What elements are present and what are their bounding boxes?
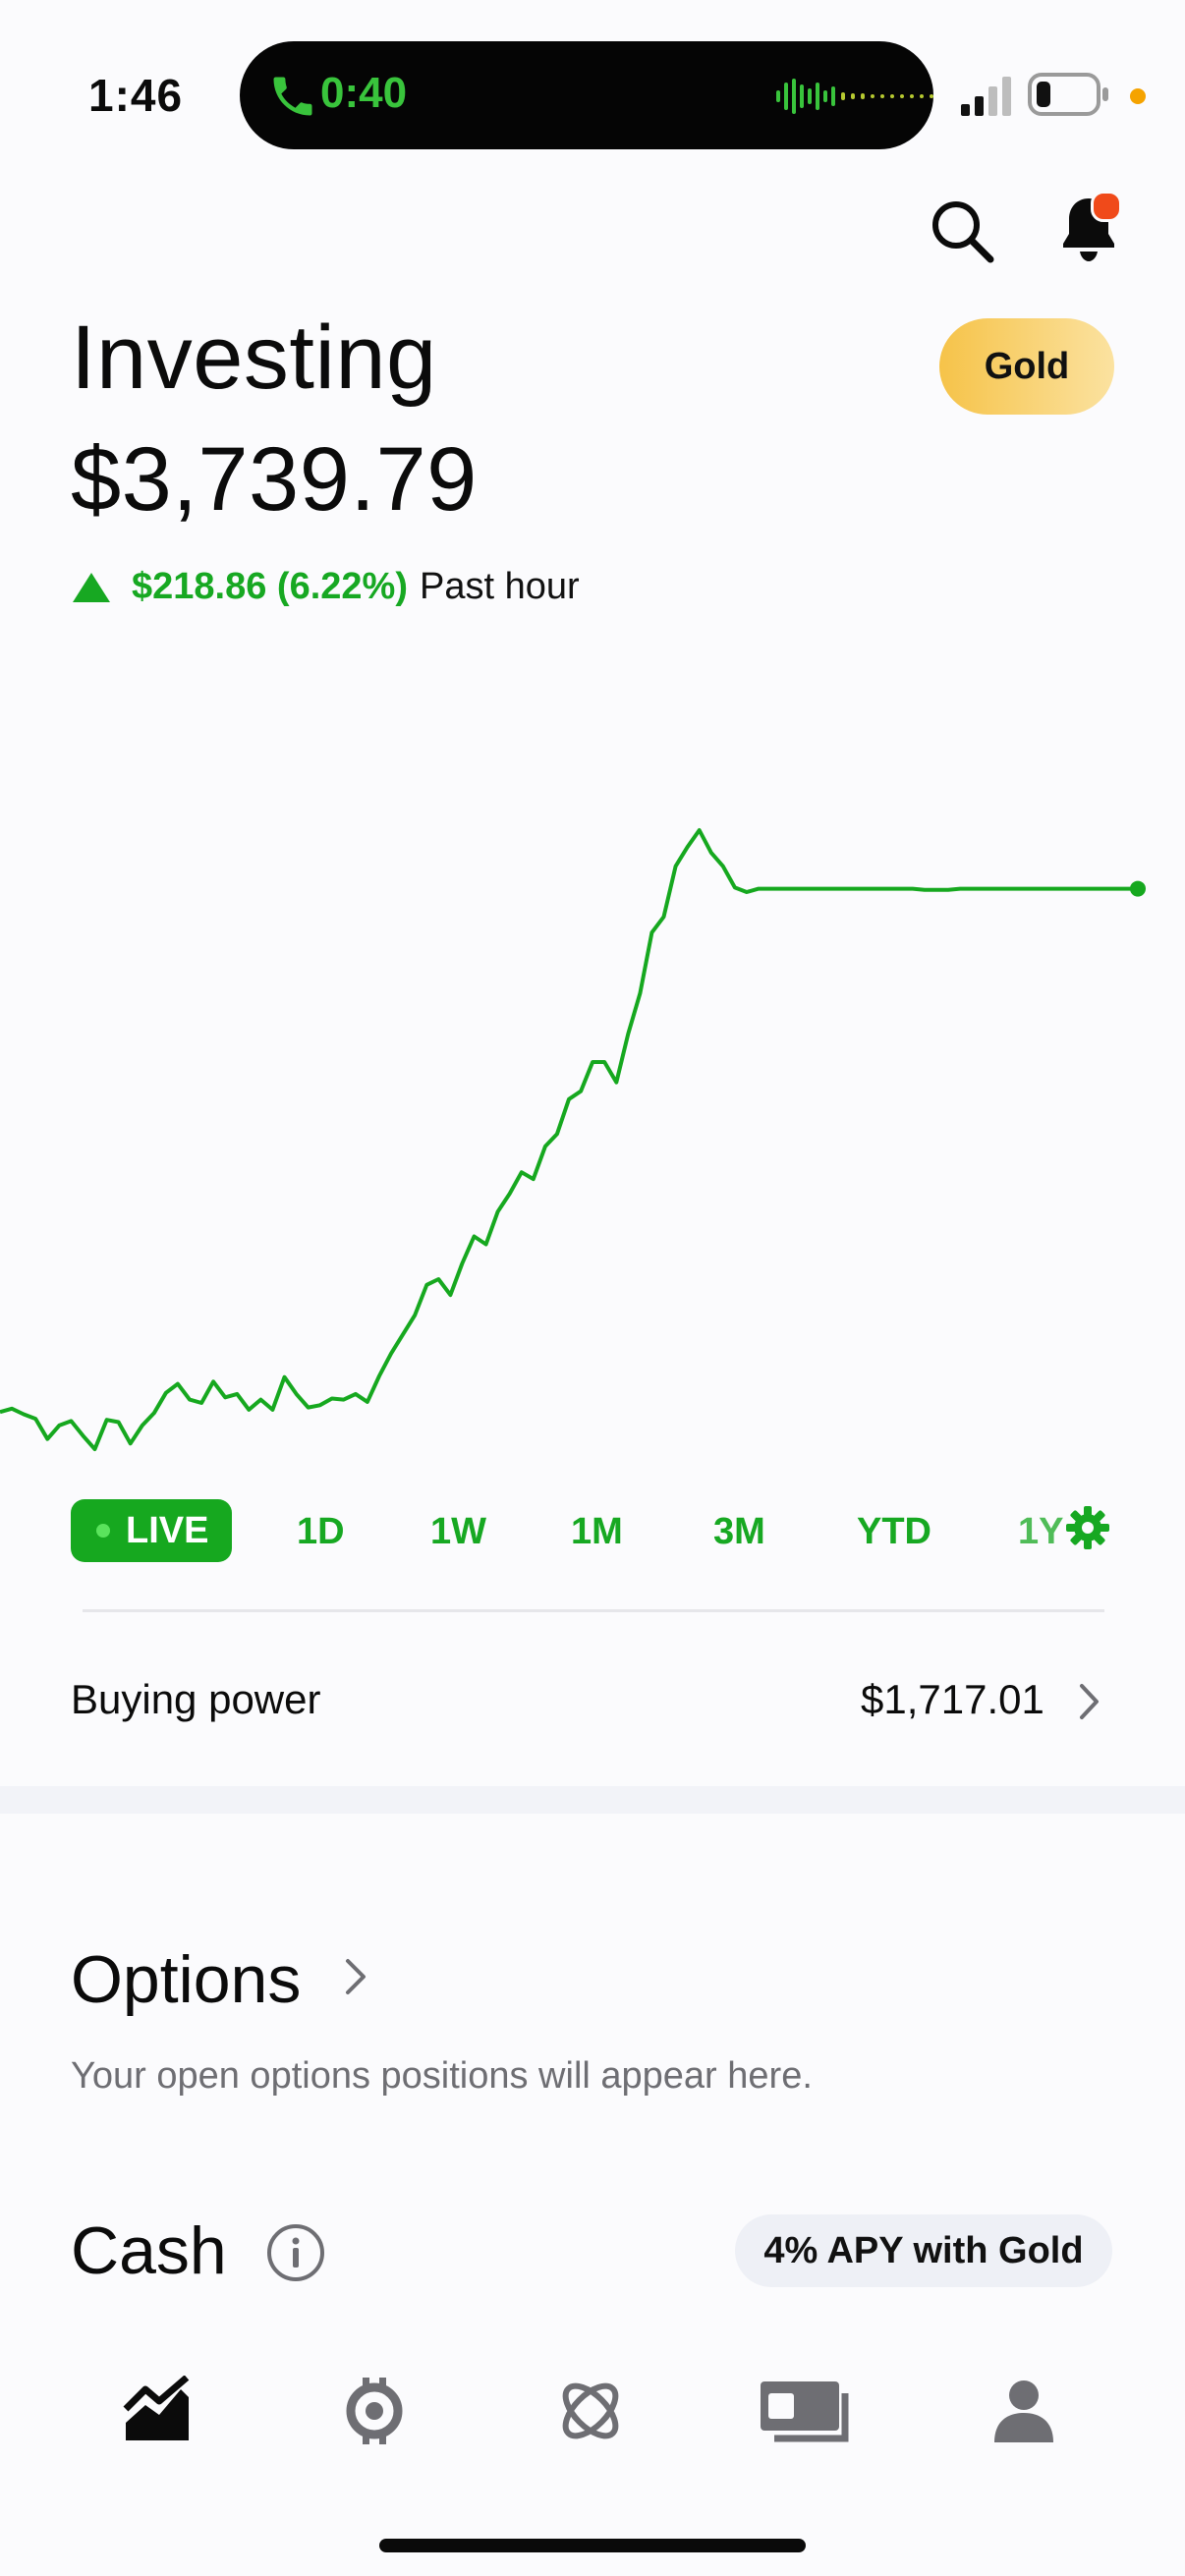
range-3m[interactable]: 3M [713,1511,765,1553]
gold-button[interactable]: Gold [939,318,1114,415]
buying-power-label[interactable]: Buying power [71,1676,320,1723]
portfolio-value: $3,739.79 [71,429,478,530]
change-amount: $218.86 (6.22%) [132,566,408,607]
search-icon[interactable] [928,196,996,265]
live-dot [96,1524,110,1538]
cash-title: Cash [71,2213,227,2288]
options-title[interactable]: Options [71,1941,301,2018]
range-selector: LIVE 1D 1W 1M 3M YTD 1Y [71,1499,1114,1562]
range-1w[interactable]: 1W [430,1511,486,1553]
notification-badge [1091,191,1122,222]
info-icon[interactable] [265,2222,326,2283]
crypto-icon[interactable] [339,2376,410,2446]
status-time: 1:46 [88,70,184,121]
divider [83,1609,1104,1612]
home-indicator[interactable] [379,2539,806,2552]
active-call-pill[interactable]: 0:40 [240,41,933,149]
call-timer: 0:40 [320,69,408,117]
range-1y[interactable]: 1Y [1018,1511,1063,1553]
change-row: $218.86 (6.22%) Past hour [73,566,580,608]
chevron-right-icon[interactable] [1077,1682,1102,1721]
buying-power-value[interactable]: $1,717.01 [861,1676,1044,1723]
portfolio-chart[interactable] [0,786,1185,1474]
range-1d[interactable]: 1D [297,1511,345,1553]
page-title: Investing [71,308,437,408]
network-icon[interactable] [555,2376,626,2446]
apy-gold-button[interactable]: 4% APY with Gold [735,2214,1112,2287]
investing-chart-icon[interactable] [122,2376,193,2446]
chevron-right-icon[interactable] [342,1955,369,1998]
cash-card-icon[interactable] [757,2376,855,2446]
phone-icon [273,77,312,116]
chart-line [0,828,1138,1451]
range-live-label: LIVE [126,1509,209,1551]
up-triangle-icon [73,572,110,602]
options-empty-text: Your open options positions will appear … [71,2055,813,2097]
range-1m[interactable]: 1M [571,1511,623,1553]
section-separator [0,1786,1185,1814]
chart-current-point [1130,880,1146,897]
range-live-button[interactable]: LIVE [71,1499,232,1562]
cellular-signal-icon [961,77,1011,116]
range-ytd[interactable]: YTD [857,1511,931,1553]
audio-wave-icon [776,79,933,114]
gear-icon[interactable] [1065,1505,1110,1550]
change-period: Past hour [419,566,580,607]
privacy-indicator-dot [1130,88,1146,104]
battery-icon [1028,73,1108,116]
account-icon[interactable] [988,2376,1059,2446]
